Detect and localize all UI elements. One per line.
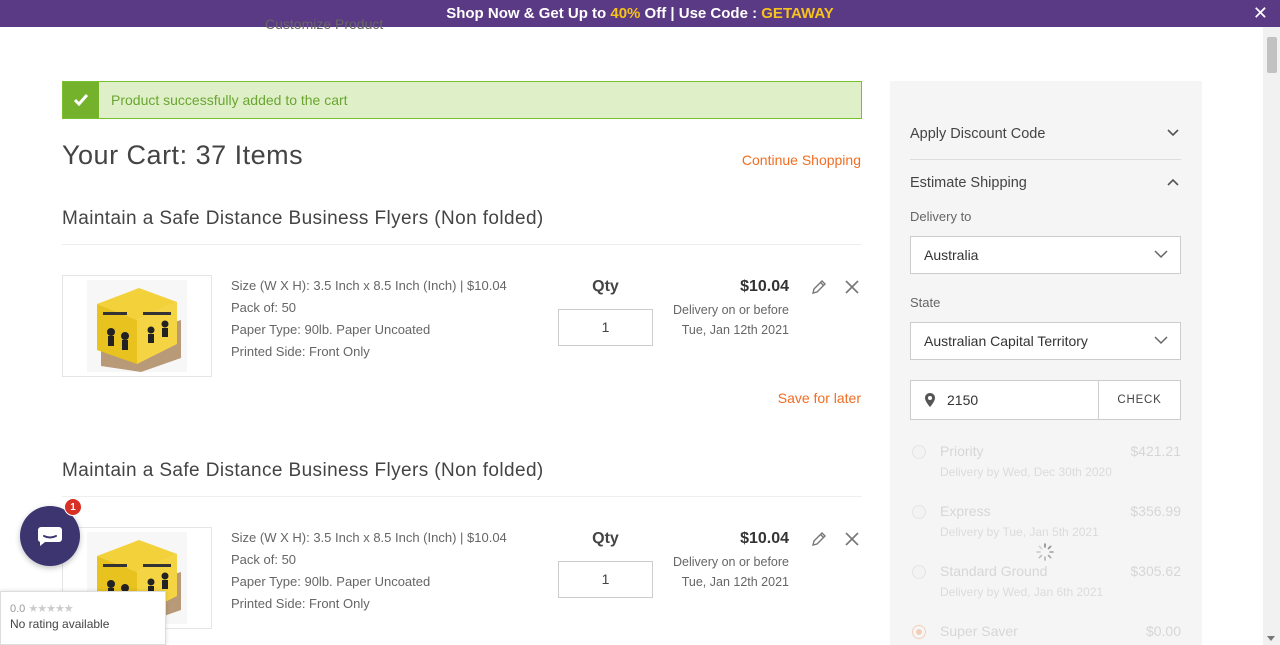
spec-printed-side: Printed Side: Front Only [231,344,370,359]
chevron-up-icon [1167,178,1179,186]
radio-button[interactable] [912,445,926,459]
delivery-date: Tue, Jan 12th 2021 [681,575,789,589]
item-divider [62,496,862,497]
item-price: $10.04 [740,278,789,295]
close-icon[interactable] [844,279,860,295]
delivery-line1: Delivery on or before [672,303,789,317]
spec-size: Size (W X H): 3.5 Inch x 8.5 Inch (Inch)… [231,278,507,293]
qty-label: Qty [592,530,619,547]
scrollbar-thumb[interactable] [1267,37,1277,73]
star-icon: ★★★★★ [28,603,73,615]
promo-mid: Off | Use Code : [640,5,762,22]
delivery-to-label: Delivery to [910,209,972,224]
chat-notification-badge: 1 [64,498,82,516]
flyer-image [87,280,187,372]
estimate-shipping-toggle[interactable]: Estimate Shipping [910,175,1181,191]
rating-score: 0.0 [10,603,26,615]
shipping-label: Estimate Shipping [910,175,1027,191]
success-alert: Product successfully added to the cart [62,81,862,119]
shipping-option-name: Priority [940,443,984,459]
shipping-option-priority[interactable]: Priority $421.21 Delivery by Wed, Dec 30… [910,443,1181,493]
chevron-down-icon [1167,129,1179,137]
chat-bubble-icon [37,527,62,546]
spec-pack: Pack of: 50 [231,300,297,315]
quantity-input[interactable]: 1 [558,561,653,598]
map-pin-icon [925,393,935,407]
delivery-estimate: Delivery on or before Tue, Jan 12th 2021 [673,300,789,340]
shipping-option-date: Delivery by Tue, Jan 5th 2021 [940,525,1099,539]
shipping-option-name: Super Saver [940,623,1018,639]
spec-paper: Paper Type: 90lb. Paper Uncoated [231,574,431,589]
chevron-down-icon [1154,250,1168,259]
spec-pack: Pack of: 50 [231,552,297,567]
promo-prefix: Shop Now & Get Up to [446,5,611,22]
promo-percent: 40% [610,5,641,22]
breadcrumb[interactable]: Customize Product [265,16,383,32]
save-for-later-link[interactable]: Save for later [778,390,861,406]
shipping-option-name: Standard Ground [940,563,1048,579]
rating-score-line: 0.0 ★★★★★ [10,602,165,615]
loading-spinner-icon [1036,543,1054,561]
cart-title: Your Cart: 37 Items [62,140,304,170]
promo-banner: Shop Now & Get Up to 40% Off | Use Code … [0,0,1280,27]
shipping-option-name: Express [940,503,991,519]
shipping-option-date: Delivery by Wed, Jan 6th 2021 [940,585,1104,599]
item-price: $10.04 [740,530,789,547]
pencil-icon[interactable] [810,530,828,548]
item-title[interactable]: Maintain a Safe Distance Business Flyers… [62,208,544,230]
page-scrollbar[interactable] [1263,27,1280,645]
radio-button[interactable] [912,505,926,519]
item-title[interactable]: Maintain a Safe Distance Business Flyers… [62,460,544,482]
delivery-estimate: Delivery on or before Tue, Jan 12th 2021 [673,552,789,592]
product-thumbnail[interactable] [62,275,212,377]
spec-paper: Paper Type: 90lb. Paper Uncoated [231,322,431,337]
promo-code: GETAWAY [761,5,834,22]
shipping-option-cost: $421.21 [1130,443,1181,459]
zip-code-group: 2150 CHECK [910,380,1181,420]
zip-code-input[interactable]: 2150 [911,381,1099,419]
continue-shopping-link[interactable]: Continue Shopping [742,152,861,168]
apply-discount-toggle[interactable]: Apply Discount Code [910,126,1181,142]
rating-text: No rating available [10,617,110,631]
item-specs: Size (W X H): 3.5 Inch x 8.5 Inch (Inch)… [231,275,507,363]
rating-badge[interactable]: 0.0 ★★★★★ No rating available [0,591,166,645]
item-divider [62,244,862,245]
shipping-option-cost: $356.99 [1130,503,1181,519]
shipping-option-standard-ground[interactable]: Standard Ground $305.62 Delivery by Wed,… [910,563,1181,613]
discount-label: Apply Discount Code [910,126,1046,142]
item-specs: Size (W X H): 3.5 Inch x 8.5 Inch (Inch)… [231,527,507,615]
state-label: State [910,295,941,310]
country-value: Australia [924,247,979,263]
check-button[interactable]: CHECK [1099,381,1180,419]
alert-message: Product successfully added to the cart [111,92,348,108]
scroll-down-arrow-icon[interactable] [1267,636,1275,641]
quantity-input[interactable]: 1 [558,309,653,346]
zip-code-value: 2150 [947,392,979,408]
spec-size: Size (W X H): 3.5 Inch x 8.5 Inch (Inch)… [231,530,507,545]
radio-button-selected[interactable] [912,625,926,639]
shipping-option-super-saver[interactable]: Super Saver $0.00 [910,623,1181,645]
qty-label: Qty [592,278,619,295]
radio-button[interactable] [912,565,926,579]
close-icon[interactable]: ✕ [1253,0,1268,27]
state-select[interactable]: Australian Capital Territory [910,322,1181,360]
delivery-line1: Delivery on or before [672,555,789,569]
close-icon[interactable] [844,531,860,547]
sidebar-divider [910,159,1181,160]
shipping-option-cost: $305.62 [1130,563,1181,579]
checkmark-icon [63,82,99,118]
state-value: Australian Capital Territory [924,333,1088,349]
delivery-date: Tue, Jan 12th 2021 [681,323,789,337]
spec-printed-side: Printed Side: Front Only [231,596,370,611]
chevron-down-icon [1154,336,1168,345]
shipping-option-cost: $0.00 [1145,623,1181,639]
country-select[interactable]: Australia [910,236,1181,274]
pencil-icon[interactable] [810,278,828,296]
shipping-option-date: Delivery by Wed, Dec 30th 2020 [940,465,1112,479]
